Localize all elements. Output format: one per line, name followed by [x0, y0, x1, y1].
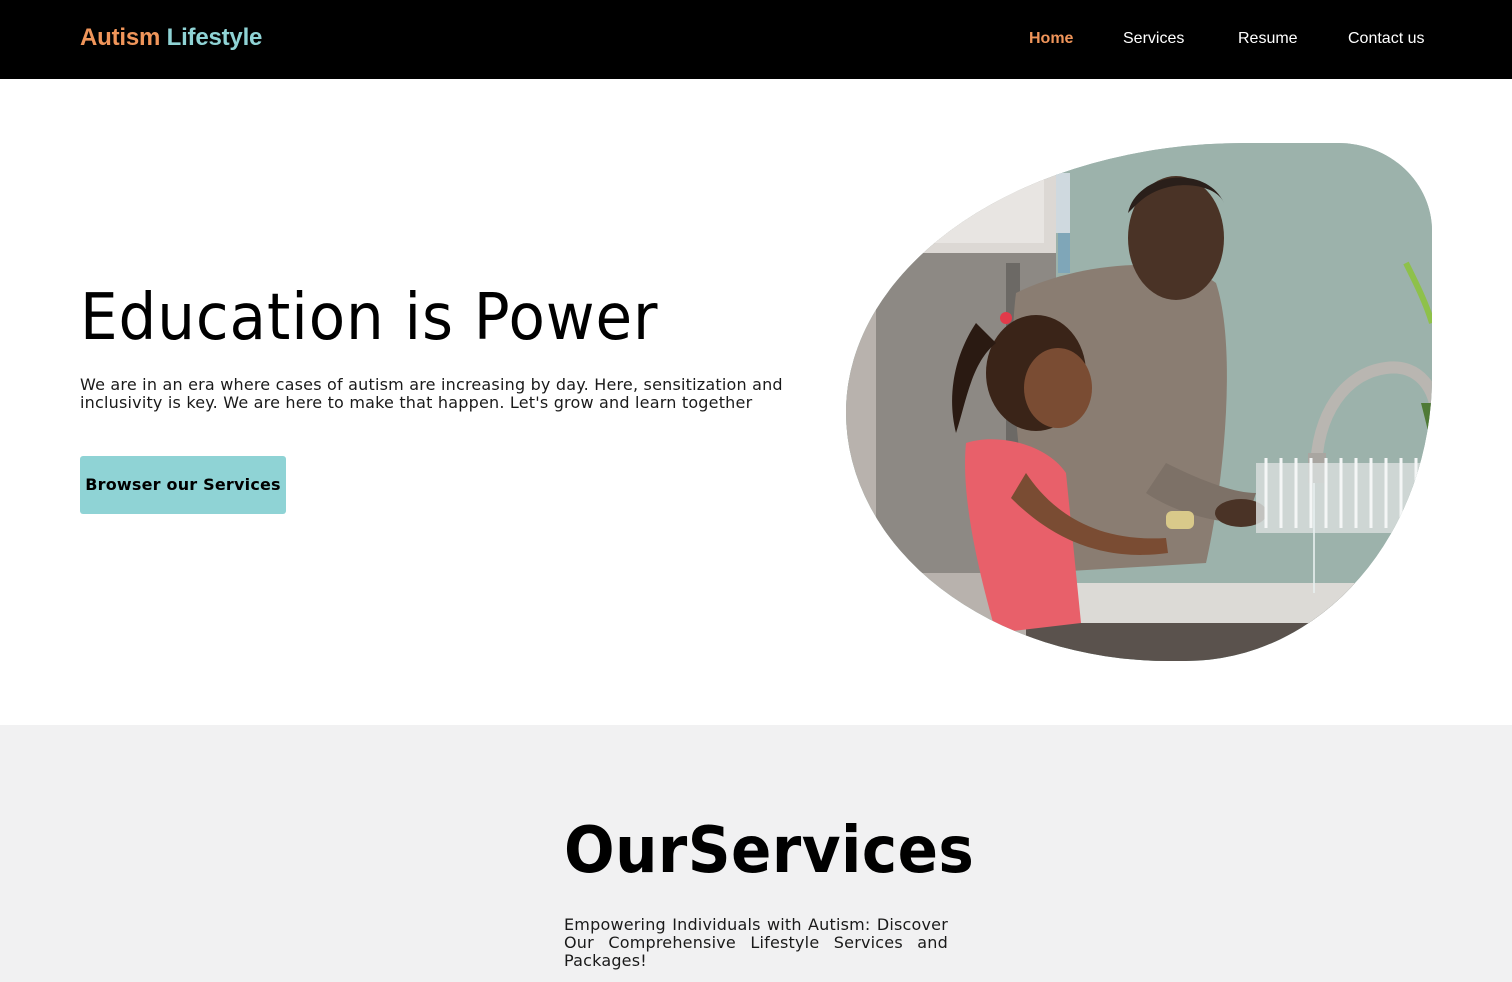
nav-link-contact-us[interactable]: Contact us [1348, 30, 1424, 48]
hero-title: Education is Power [80, 281, 659, 355]
browse-services-button[interactable]: Browser our Services [80, 456, 286, 514]
services-section: OurServices Empowering Individuals with … [0, 725, 1512, 982]
brand-word-lifestyle: Lifestyle [166, 24, 263, 51]
services-title: OurServices [564, 814, 975, 888]
hero-photo [846, 143, 1432, 661]
brand-word-autism: Autism [80, 24, 161, 51]
hero-description: We are in an era where cases of autism a… [80, 375, 783, 412]
nav-link-home[interactable]: Home [1029, 30, 1073, 48]
navbar: Autism Lifestyle Home Services Resume Co… [0, 0, 1512, 79]
nav-link-resume[interactable]: Resume [1238, 30, 1298, 48]
hero-photo-illustration [846, 143, 1432, 661]
nav-link-services[interactable]: Services [1123, 30, 1184, 48]
services-description: Empowering Individuals with Autism: Disc… [564, 915, 948, 970]
brand-logo[interactable]: Autism Lifestyle [80, 24, 262, 52]
